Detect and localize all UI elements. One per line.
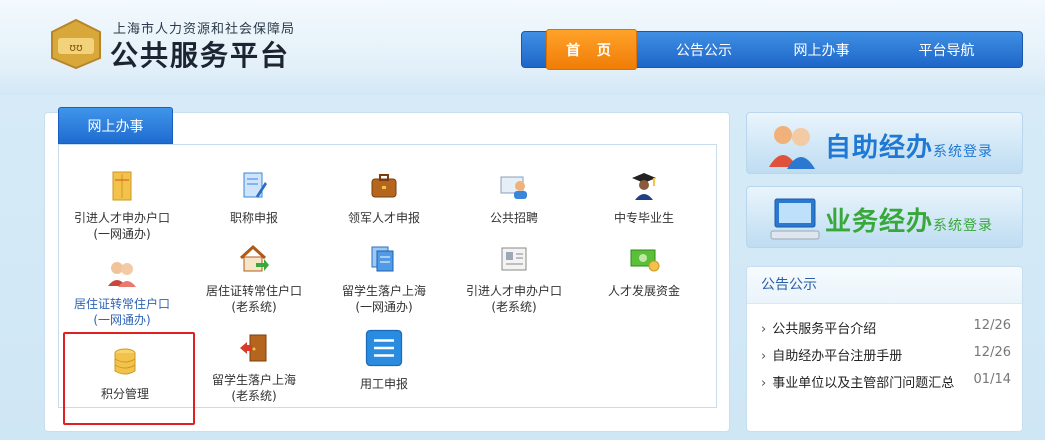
tile-sublabel: (老系统)	[231, 389, 277, 403]
svg-text:ʊʊ: ʊʊ	[69, 41, 83, 54]
tile-talent-hukou-old[interactable]: 引进人才申办户口 (老系统)	[449, 243, 579, 315]
tile-label: 公共招聘	[489, 211, 538, 225]
tile-sublabel: (老系统)	[491, 300, 537, 314]
two-people-icon	[108, 262, 136, 287]
tile-label: 居住证转常住户口	[73, 297, 170, 311]
computer-icon	[770, 198, 820, 240]
nav-home[interactable]: 首 页	[546, 29, 637, 70]
tile-label: 引进人才申办户口	[73, 211, 170, 225]
highlight-box	[63, 332, 195, 425]
tile-label: 引进人才申办户口	[465, 284, 562, 298]
money-icon	[630, 249, 660, 272]
tile-overseas-student-old[interactable]: 留学生落户上海 (老系统)	[189, 332, 319, 404]
notice-title: 公告公示	[747, 267, 1022, 304]
tile-talent-fund[interactable]: 人才发展资金	[579, 243, 709, 299]
notice-item[interactable]: › 公共服务平台介绍 12/26	[761, 318, 1011, 337]
tile-label: 职称申报	[229, 211, 278, 225]
logo-icon: ʊʊ	[51, 18, 101, 70]
tile-residence-to-hukou-online[interactable]: 居住证转常住户口 (一网通办)	[57, 256, 187, 328]
notice-date: 01/14	[973, 372, 1011, 387]
tile-label: 中专毕业生	[613, 211, 674, 225]
tile-talent-hukou-online[interactable]: 引进人才申办户口 (一网通办)	[57, 170, 187, 242]
self-service-title: 自助经办系统登录	[825, 133, 994, 163]
platform-name: 公共服务平台	[110, 39, 291, 72]
notice-item[interactable]: › 自助经办平台注册手册 12/26	[761, 345, 1011, 364]
tile-sublabel: (一网通办)	[93, 313, 151, 327]
chevron-right-icon: ›	[761, 349, 767, 364]
tile-label: 人才发展资金	[607, 284, 680, 298]
door-exit-icon	[240, 334, 267, 362]
graduate-icon	[632, 173, 656, 200]
tile-sublabel: (一网通办)	[355, 300, 413, 314]
tile-label: 留学生落户上海	[211, 373, 296, 387]
nav-platform-guide[interactable]: 平台导航	[884, 32, 1009, 67]
tile-label: 居住证转常住户口	[205, 284, 302, 298]
list-document-icon	[365, 329, 403, 367]
tile-label: 留学生落户上海	[341, 284, 426, 298]
certificate-edit-icon	[243, 172, 267, 198]
tile-label: 用工申报	[359, 377, 408, 391]
documents-stack-icon	[371, 246, 394, 272]
envelope-icon	[112, 171, 132, 201]
notice-panel: 公告公示 › 公共服务平台介绍 12/26 › 自助经办平台注册手册 12/26 ›…	[746, 266, 1023, 432]
tile-residence-to-hukou-old[interactable]: 居住证转常住户口 (老系统)	[189, 243, 319, 315]
self-service-login[interactable]: 自助经办系统登录	[746, 112, 1023, 174]
chevron-right-icon: ›	[761, 322, 767, 337]
nav-announcements[interactable]: 公告公示	[649, 32, 759, 67]
tile-title-application[interactable]: 职称申报	[189, 170, 319, 226]
business-title: 业务经办系统登录	[825, 207, 994, 237]
tile-vocational-graduates[interactable]: 中专毕业生	[579, 170, 709, 226]
tile-leading-talent[interactable]: 领军人才申报	[319, 170, 449, 226]
house-arrow-icon	[239, 244, 269, 272]
services-tab[interactable]: 网上办事	[58, 107, 173, 144]
tile-sublabel: (老系统)	[231, 300, 277, 314]
tile-overseas-student-online[interactable]: 留学生落户上海 (一网通办)	[319, 243, 449, 315]
header: ʊʊ 上海市人力资源和社会保障局 公共服务平台 首 页 公告公示 网上办事 平台…	[0, 0, 1045, 95]
tile-employment-declaration[interactable]: 用工申报	[319, 328, 449, 392]
tile-sublabel: (一网通办)	[93, 227, 151, 241]
tile-label: 领军人才申报	[347, 211, 420, 225]
id-card-icon	[501, 247, 527, 271]
notice-item[interactable]: › 事业单位以及主管部门问题汇总 01/14	[761, 372, 1011, 391]
users-icon	[769, 126, 815, 169]
briefcase-icon	[371, 174, 397, 198]
tile-public-recruitment[interactable]: 公共招聘	[449, 170, 579, 226]
chevron-right-icon: ›	[761, 376, 767, 391]
notice-date: 12/26	[973, 318, 1011, 333]
nav-online-services[interactable]: 网上办事	[759, 32, 884, 67]
notice-date: 12/26	[973, 345, 1011, 360]
business-login[interactable]: 业务经办系统登录	[746, 186, 1023, 248]
id-card-person-icon	[500, 176, 527, 199]
main-nav: 首 页 公告公示 网上办事 平台导航	[521, 29, 1023, 70]
